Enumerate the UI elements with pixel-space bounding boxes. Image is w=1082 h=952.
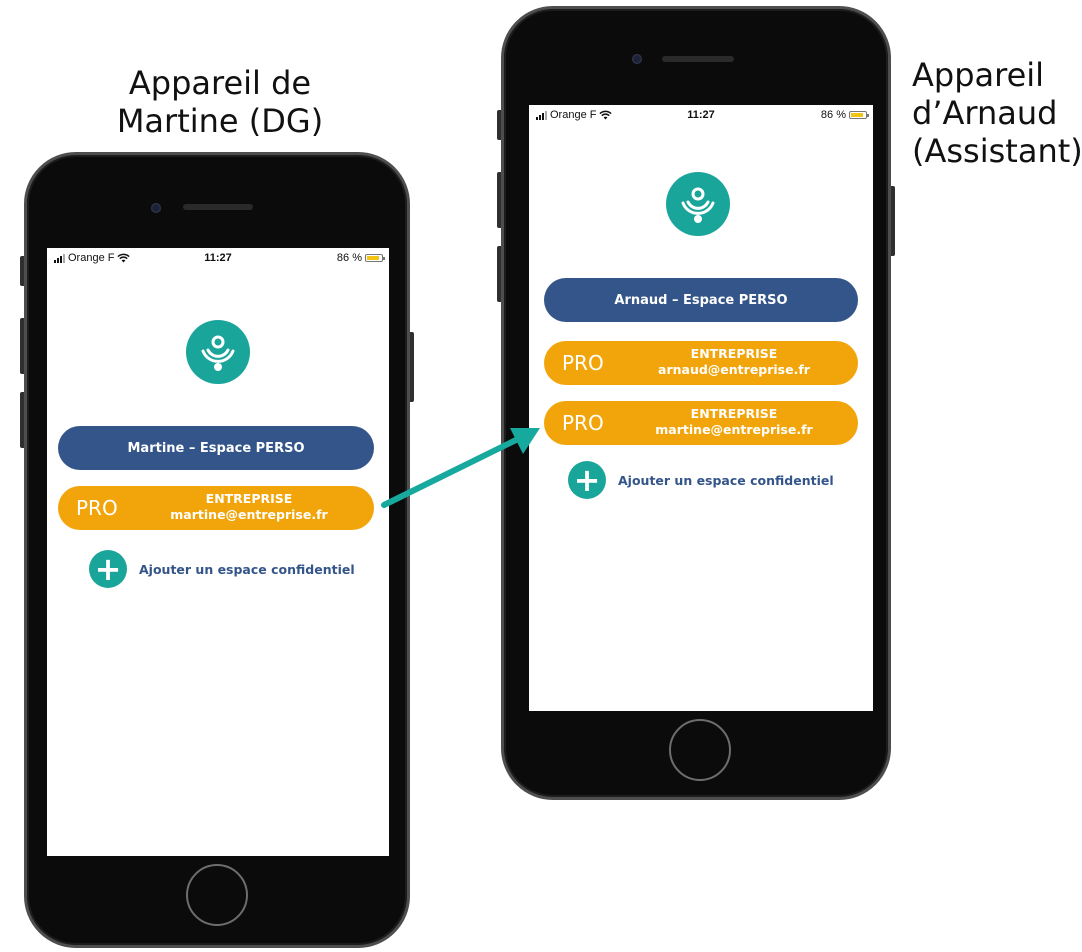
transfer-arrow [381, 428, 540, 508]
